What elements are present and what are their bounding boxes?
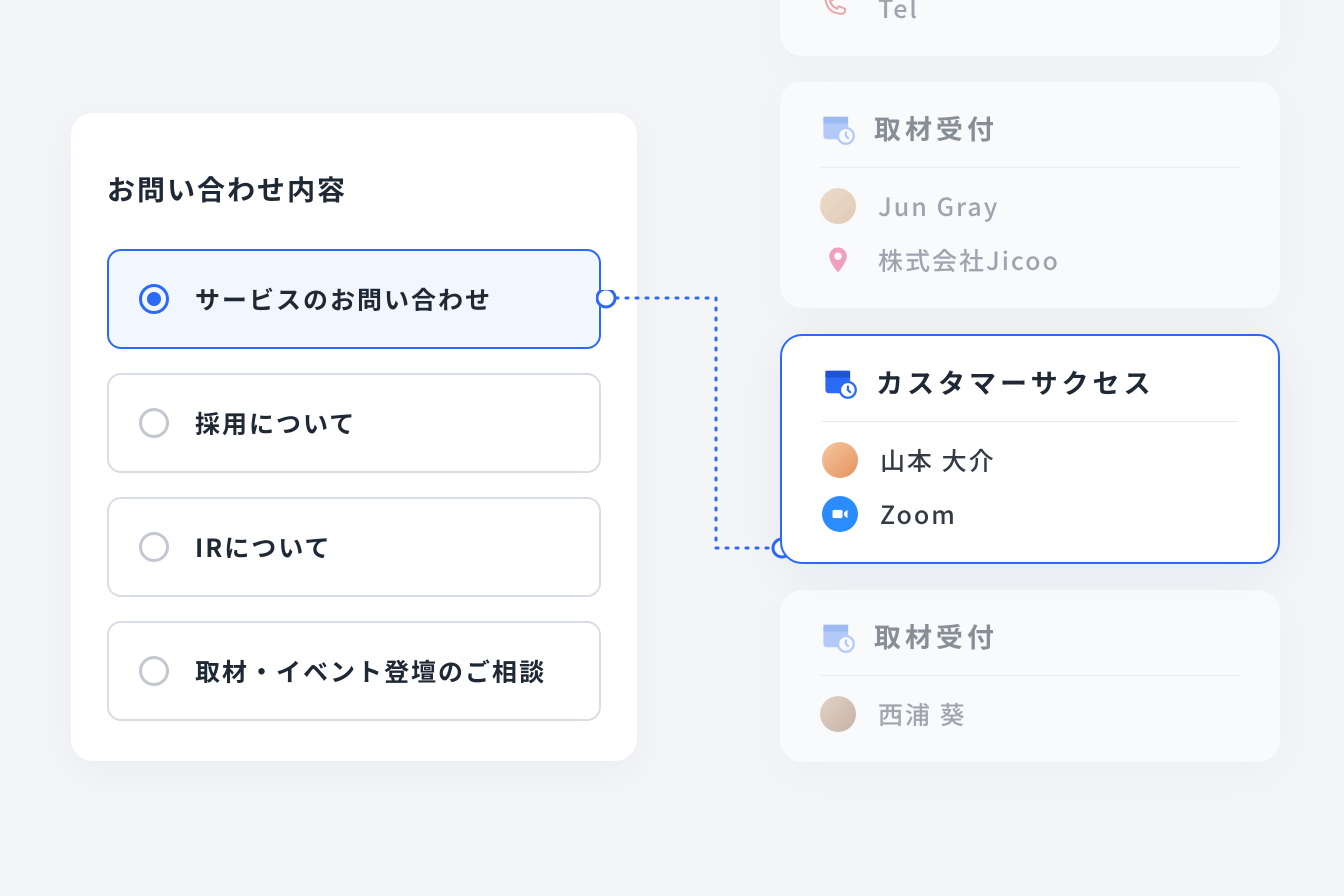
event-card-interview-1[interactable]: 取材受付 Jun Gray 株式会社Jicoo [780, 82, 1280, 308]
inquiry-option-ir[interactable]: IRについて [107, 497, 601, 597]
event-title: 取材受付 [874, 108, 998, 147]
event-title: カスタマーサクセス [876, 362, 1154, 401]
person-name: 山本 大介 [880, 442, 996, 478]
inquiry-option-label: IRについて [195, 529, 332, 565]
zoom-icon [822, 496, 858, 532]
person-name: 西浦 葵 [878, 696, 967, 732]
event-card-customer-success[interactable]: カスタマーサクセス 山本 大介 Zoom [780, 334, 1280, 564]
inquiry-card: お問い合わせ内容 サービスのお問い合わせ 採用について IRについて 取材・イベ… [71, 113, 637, 761]
radio-icon [139, 284, 169, 314]
inquiry-option-service[interactable]: サービスのお問い合わせ [107, 249, 601, 349]
phone-icon [820, 0, 856, 26]
location-text: 株式会社Jicoo [878, 242, 1060, 278]
event-title: 取材受付 [874, 616, 998, 655]
calendar-clock-icon [820, 110, 856, 146]
event-card-column: Tel 取材受付 Jun Gray 株式会社Jicoo カスタマーサクセス [780, 0, 1280, 762]
radio-icon [139, 408, 169, 438]
tel-label: Tel [878, 0, 919, 26]
inquiry-title: お問い合わせ内容 [107, 169, 601, 209]
avatar [820, 696, 856, 732]
meeting-tool: Zoom [880, 496, 957, 532]
location-pin-icon [820, 242, 856, 278]
event-card-tel[interactable]: Tel [780, 0, 1280, 56]
radio-icon [139, 532, 169, 562]
inquiry-option-label: サービスのお問い合わせ [195, 281, 492, 317]
person-name: Jun Gray [878, 188, 999, 224]
avatar [820, 188, 856, 224]
inquiry-option-recruit[interactable]: 採用について [107, 373, 601, 473]
event-card-interview-2[interactable]: 取材受付 西浦 葵 [780, 590, 1280, 762]
inquiry-option-label: 採用について [195, 405, 356, 441]
calendar-clock-icon [820, 618, 856, 654]
inquiry-option-press[interactable]: 取材・イベント登壇のご相談 [107, 621, 601, 721]
radio-icon [139, 656, 169, 686]
avatar [822, 442, 858, 478]
inquiry-option-label: 取材・イベント登壇のご相談 [195, 653, 546, 689]
calendar-clock-icon [822, 364, 858, 400]
